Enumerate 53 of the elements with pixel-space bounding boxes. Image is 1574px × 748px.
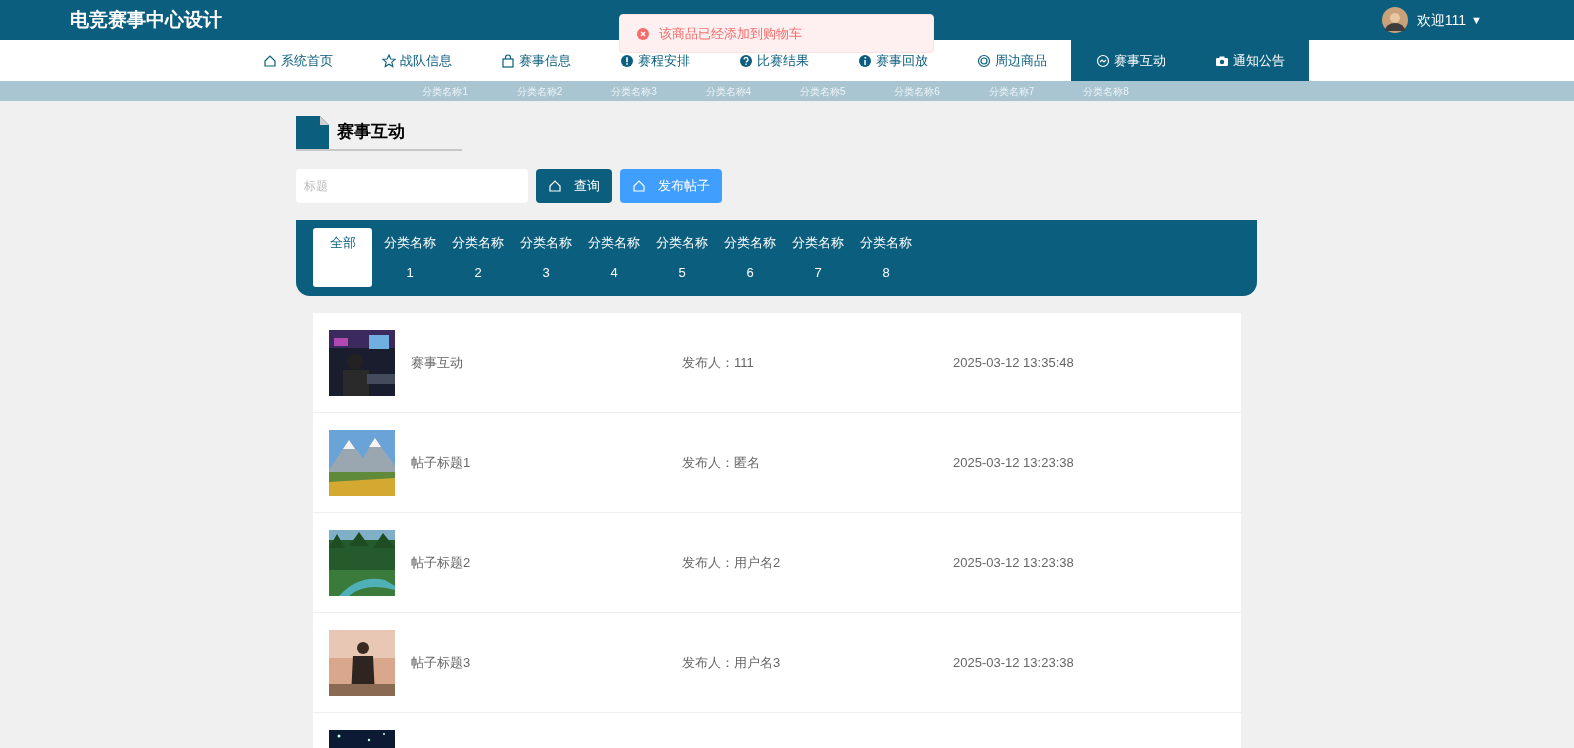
info-icon	[857, 53, 872, 68]
post-time: 2025-03-12 13:23:38	[953, 653, 1074, 672]
category-tab[interactable]: 分类名称8	[856, 228, 916, 288]
post-row[interactable]: 帖子标题2 发布人：用户名2 2025-03-12 13:23:38	[313, 513, 1241, 613]
nav-tab[interactable]: 通知公告	[1190, 40, 1309, 81]
nav-tab[interactable]: 赛事信息	[476, 40, 595, 81]
nav-tab[interactable]: 赛程安排	[595, 40, 714, 81]
query-button[interactable]: 查询	[536, 169, 612, 203]
welcome-text[interactable]: 欢迎111	[1416, 10, 1467, 30]
post-author: 发布人：111	[682, 353, 755, 372]
nav-tab[interactable]: 赛事回放	[833, 40, 952, 81]
ring-icon	[976, 53, 991, 68]
category-tab[interactable]: 分类名称5	[652, 228, 712, 288]
category-tab[interactable]: 分类名称4	[584, 228, 644, 288]
category-tab[interactable]: 分类名称3	[516, 228, 576, 288]
post-row[interactable]: 帖子标题1 发布人：匿名 2025-03-12 13:23:38	[313, 413, 1241, 513]
nav-tab[interactable]: 赛事互动	[1071, 40, 1190, 81]
category-tab[interactable]: 分类名称1	[380, 228, 440, 288]
post-author: 发布人：匿名	[682, 453, 761, 472]
nav-tab[interactable]: 周边商品	[952, 40, 1071, 81]
nav-tab[interactable]: 比赛结果	[714, 40, 833, 81]
dropdown-caret[interactable]: ▼	[1471, 11, 1482, 29]
post-time: 2025-03-12 13:23:38	[953, 453, 1074, 472]
post-time: 2025-03-12 13:23:38	[953, 553, 1074, 572]
nav-tab[interactable]: 战队信息	[357, 40, 476, 81]
search-field[interactable]: 标题	[296, 169, 528, 203]
chart-circle-icon	[1095, 53, 1110, 68]
post-row[interactable]: 赛事互动 发布人：111 2025-03-12 13:35:48	[313, 313, 1241, 413]
post-author: 发布人：用户名3	[682, 653, 782, 672]
category-tab[interactable]: 分类名称6	[720, 228, 780, 288]
toast-message: 该商品已经添加到购物车	[659, 24, 802, 43]
house-icon	[262, 53, 277, 68]
post-time: 2025-03-12 13:35:48	[953, 353, 1074, 372]
site-title: 电竞赛事中心设计	[70, 7, 222, 32]
nav-tab[interactable]: 系统首页	[238, 40, 357, 81]
star-icon	[381, 53, 396, 68]
error-icon	[637, 27, 649, 40]
post-title: 赛事互动	[411, 353, 464, 372]
house-icon	[548, 179, 562, 193]
post-title: 帖子标题3	[411, 653, 472, 672]
post-row[interactable]: 帖子标题3 发布人：用户名3 2025-03-12 13:23:38	[313, 613, 1241, 713]
category-tab[interactable]: 全部	[313, 228, 372, 287]
house-icon	[632, 179, 646, 193]
post-title: 帖子标题2	[411, 553, 472, 572]
post-title: 帖子标题1	[411, 453, 472, 472]
post-author: 发布人：用户名2	[682, 553, 782, 572]
page-title: 赛事互动	[337, 121, 405, 144]
category-tab[interactable]: 分类名称2	[448, 228, 508, 288]
alert-icon	[619, 53, 634, 68]
help-icon	[738, 53, 753, 68]
category-tab[interactable]: 分类名称7	[788, 228, 848, 288]
avatar-icon	[1381, 7, 1408, 33]
bag-icon	[500, 53, 515, 68]
